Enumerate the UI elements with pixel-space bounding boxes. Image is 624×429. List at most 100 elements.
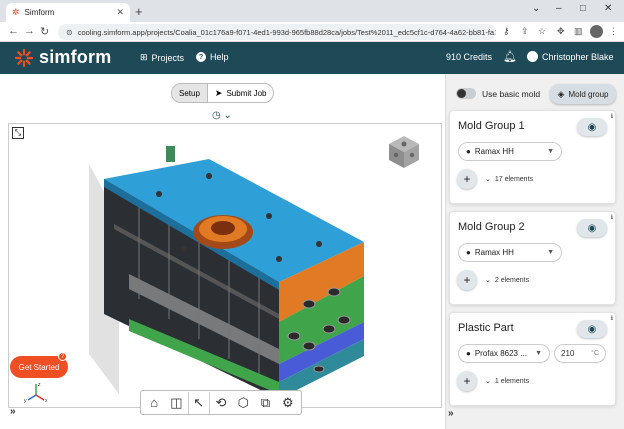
address-bar-row: ← → ↻ ⊜ cooling.simform.app/projects/Coa… [0, 22, 624, 42]
minimize-icon[interactable]: – [556, 3, 562, 14]
setup-tab-label: Setup [179, 88, 200, 98]
side-panel-icon[interactable]: ▥ [574, 26, 583, 37]
cube-view-icon[interactable]: ◫ [165, 392, 187, 414]
basic-mold-label: Use basic mold [482, 88, 541, 99]
collapse-right-panel-icon[interactable]: » [448, 408, 454, 419]
user-icon: ● [466, 248, 471, 257]
model-viewer: Setup ➤ Submit Job ◷ ⌄ ⤡ Get Started ? x… [0, 74, 445, 429]
layers-icon: ◈ [557, 88, 565, 99]
extensions-icon[interactable]: ✥ [557, 26, 565, 37]
app-header: simform ⊞ Projects ? Help 910 Credits 🔔︎… [0, 42, 624, 74]
close-window-icon[interactable]: ✕ [604, 3, 612, 14]
info-icon[interactable]: ℹ [611, 315, 613, 322]
simform-logo-icon [14, 48, 34, 67]
card-title: Plastic Part [458, 322, 514, 334]
add-element-button[interactable]: + [457, 169, 477, 189]
card-title: Mold Group 2 [458, 221, 525, 233]
expand-left-panel-icon[interactable]: » [10, 406, 16, 417]
material-name: Profax 8623 ... [474, 349, 527, 358]
orbit-icon[interactable]: ⟲ [210, 392, 232, 414]
dropdown-arrow-icon: ▼ [547, 148, 554, 155]
bell-icon[interactable]: 🔔︎ [503, 50, 517, 63]
elements-count: 17 elements [494, 175, 534, 183]
user-icon: ● [466, 349, 471, 358]
add-element-button[interactable]: + [457, 371, 477, 391]
reload-icon[interactable]: ↻ [40, 25, 49, 38]
select-pointer-icon[interactable]: ↖ [187, 391, 210, 414]
mode-switch: Setup ➤ Submit Job [171, 83, 275, 103]
add-element-button[interactable]: + [457, 270, 477, 290]
elements-toggle[interactable]: ⌄ 2 elements [485, 276, 530, 285]
material-select[interactable]: ● Profax 8623 ... ▼ [458, 344, 550, 363]
simform-favicon-icon: ✲ [12, 7, 20, 17]
elements-count: 1 elements [494, 377, 530, 385]
material-select[interactable]: ● Ramax HH ▼ [458, 142, 562, 161]
mold-sidebar: Use basic mold ◈ Mold group ℹ Mold Group… [445, 74, 624, 429]
close-tab-icon[interactable]: ✕ [116, 7, 124, 18]
nav-help[interactable]: ? Help [196, 52, 229, 62]
elements-toggle[interactable]: ⌄ 17 elements [485, 175, 534, 184]
key-icon[interactable]: ⚷ [503, 26, 510, 37]
add-mold-group-button[interactable]: ◈ Mold group [550, 84, 616, 104]
explode-view-icon[interactable]: ⬡ [232, 392, 254, 414]
get-started-label: Get Started [18, 362, 60, 372]
maximize-icon[interactable]: □ [580, 3, 586, 14]
elements-toggle[interactable]: ⌄ 1 elements [485, 377, 530, 386]
url-text: cooling.simform.app/projects/Coalia_01c1… [77, 27, 496, 37]
settings-gear-icon[interactable]: ⚙ [277, 392, 299, 414]
browser-tab[interactable]: ✲ Simform ✕ [6, 3, 130, 22]
material-select[interactable]: ● Ramax HH ▼ [458, 243, 562, 262]
forward-icon[interactable]: → [24, 25, 35, 37]
chevron-down-icon: ⌄ [485, 277, 491, 284]
section-view-icon[interactable]: ⧉ [255, 392, 277, 414]
card-title: Mold Group 1 [458, 120, 525, 132]
simform-logo[interactable]: simform [14, 47, 111, 68]
help-icon: ? [196, 52, 206, 62]
tab-title: Simform [24, 8, 55, 17]
browser-profile-avatar[interactable] [590, 25, 603, 38]
nav-projects[interactable]: ⊞ Projects [140, 52, 184, 63]
setup-tab[interactable]: Setup [172, 84, 208, 102]
submit-job-label: Submit Job [226, 88, 267, 98]
viewer-toolbar: ⌂ ◫ ↖ ⟲ ⬡ ⧉ ⚙ [140, 390, 302, 415]
menu-dots-icon[interactable]: ⋮ [609, 26, 618, 37]
home-view-icon[interactable]: ⌂ [143, 392, 165, 414]
new-tab-icon[interactable]: + [135, 4, 143, 19]
clock-icon[interactable]: ◷ ⌄ [212, 110, 232, 121]
user-menu[interactable]: Christopher Blake [527, 51, 614, 62]
browser-tab-bar: ✲ Simform ✕ + ⌄ – □ ✕ [0, 0, 624, 22]
eye-icon[interactable]: ◉ [577, 320, 607, 338]
mold-group-button-label: Mold group [568, 89, 609, 99]
temperature-unit: °C [591, 350, 599, 357]
temperature-value: 210 [561, 349, 575, 358]
site-info-icon[interactable]: ⊜ [66, 28, 73, 37]
basic-mold-toggle[interactable]: Use basic mold [456, 88, 540, 99]
info-icon[interactable]: ℹ [611, 214, 613, 221]
submit-job-tab[interactable]: ➤ Submit Job [208, 84, 274, 102]
axis-y-label: y [24, 398, 27, 403]
eye-icon[interactable]: ◉ [577, 219, 607, 237]
axes-triad: x y z [24, 382, 48, 403]
url-field[interactable]: ⊜ cooling.simform.app/projects/Coalia_01… [58, 24, 496, 40]
basic-mold-switch[interactable] [456, 88, 476, 99]
dropdown-arrow-icon: ▼ [547, 249, 554, 256]
eye-icon[interactable]: ◉ [577, 118, 607, 136]
send-icon: ➤ [214, 87, 223, 98]
user-icon: ● [466, 147, 471, 156]
back-icon[interactable]: ← [8, 25, 19, 37]
mold-3d-model[interactable] [9, 124, 441, 407]
3d-canvas[interactable]: ⤡ [8, 123, 442, 408]
mold-group-card: ℹ Mold Group 2 ◉ ● Ramax HH ▼ + ⌄ 2 elem… [449, 211, 616, 305]
credits-count: 910 Credits [446, 52, 493, 62]
elements-count: 2 elements [494, 276, 530, 284]
get-started-badge: ? [58, 352, 67, 361]
share-icon[interactable]: ⇪ [521, 26, 529, 37]
info-icon[interactable]: ℹ [611, 113, 613, 120]
bookmark-star-icon[interactable]: ☆ [538, 26, 546, 37]
temperature-input[interactable]: 210 °C [554, 344, 606, 363]
chevron-down-icon[interactable]: ⌄ [532, 3, 540, 14]
chevron-down-icon: ⌄ [485, 176, 491, 183]
view-cube[interactable] [387, 134, 421, 170]
user-avatar-icon [527, 51, 538, 62]
mold-group-card: ℹ Mold Group 1 ◉ ● Ramax HH ▼ + ⌄ 17 ele… [449, 110, 616, 204]
